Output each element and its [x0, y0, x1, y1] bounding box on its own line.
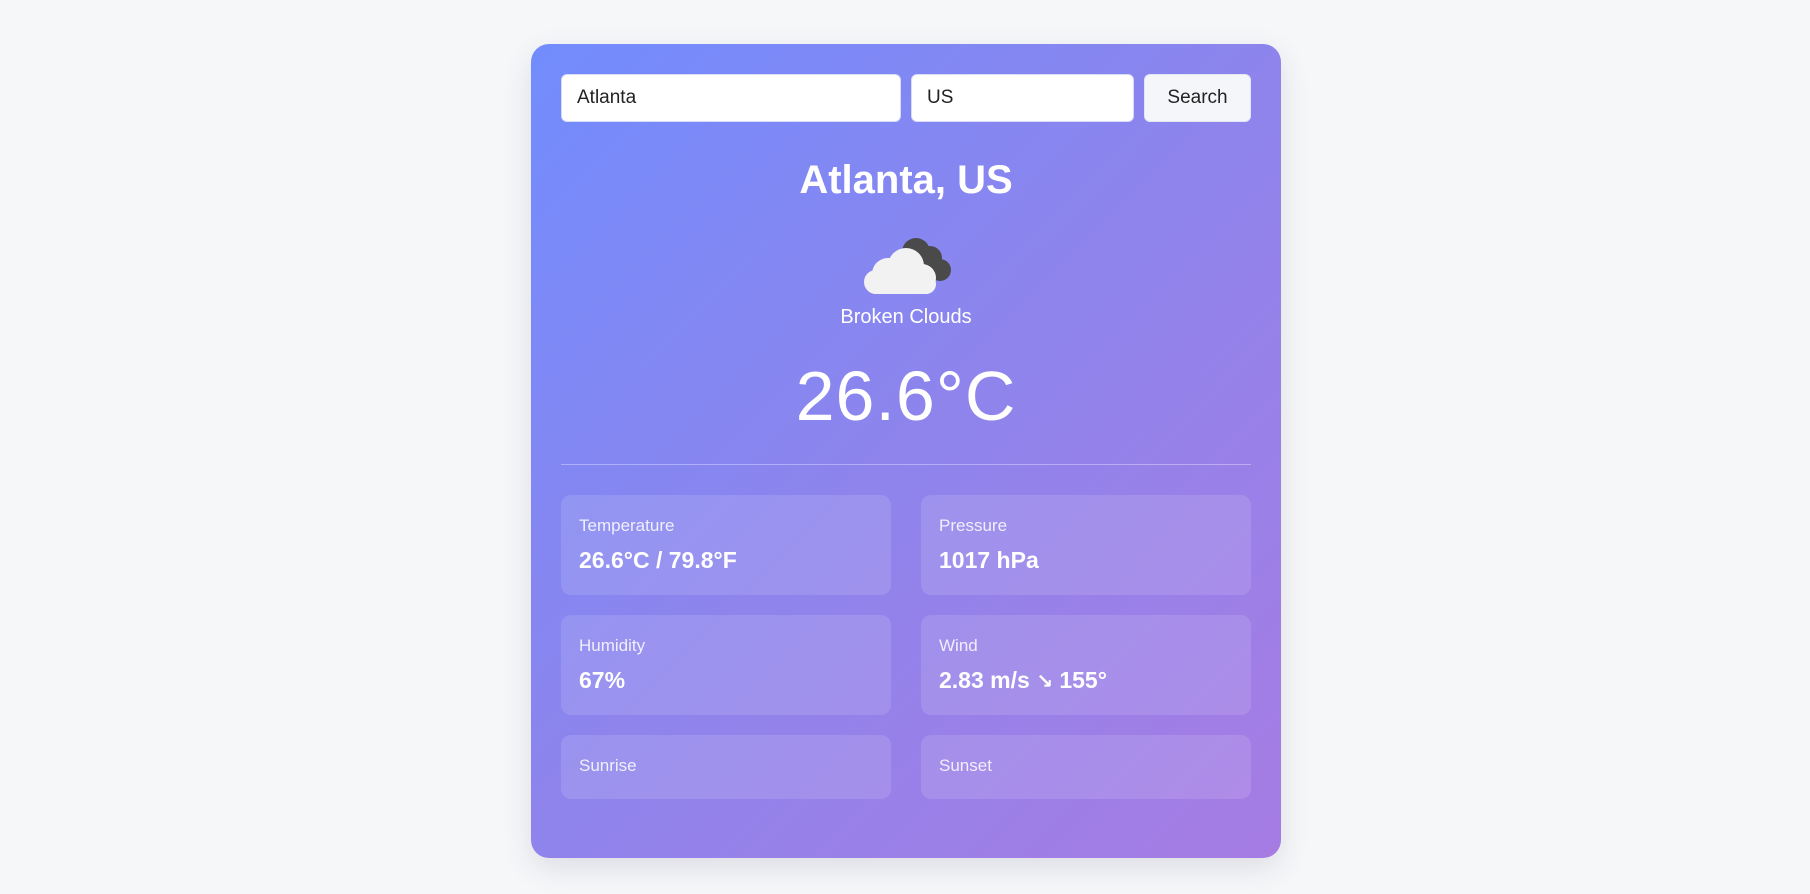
location-title: Atlanta, US: [799, 158, 1013, 202]
weather-description: Broken Clouds: [840, 306, 972, 328]
wind-stat: Wind 2.83 m/s ↘ 155°: [921, 615, 1251, 715]
wind-direction-arrow-icon: ↘: [1036, 671, 1053, 693]
stats-grid: Temperature 26.6°C / 79.8°F Pressure 101…: [561, 495, 1251, 799]
wind-speed: 2.83 m/s: [939, 667, 1030, 693]
wind-label: Wind: [939, 636, 978, 655]
weather-card: Search Atlanta, US Broken Clouds 26.6°C …: [531, 44, 1281, 858]
wind-value: 2.83 m/s ↘ 155°: [939, 665, 1233, 695]
wind-direction: 155°: [1059, 667, 1107, 693]
temperature-value: 26.6°C / 79.8°F: [579, 547, 737, 573]
pressure-label: Pressure: [939, 516, 1008, 535]
country-input[interactable]: [911, 74, 1134, 122]
divider: [561, 464, 1251, 465]
sunrise-stat: Sunrise: [561, 735, 891, 799]
humidity-stat: Humidity 67%: [561, 615, 891, 715]
humidity-label: Humidity: [579, 636, 646, 655]
temperature-label: Temperature: [579, 516, 675, 535]
sunset-label: Sunset: [939, 756, 992, 775]
current-temperature: 26.6°C: [795, 357, 1017, 435]
search-bar: Search: [561, 74, 1251, 122]
pressure-stat: Pressure 1017 hPa: [921, 495, 1251, 595]
pressure-value: 1017 hPa: [939, 547, 1039, 573]
broken-clouds-icon: [864, 238, 951, 294]
temperature-stat: Temperature 26.6°C / 79.8°F: [561, 495, 891, 595]
humidity-value: 67%: [579, 667, 626, 693]
sunrise-label: Sunrise: [579, 756, 637, 775]
city-input[interactable]: [561, 74, 901, 122]
sunset-stat: Sunset: [921, 735, 1251, 799]
search-button[interactable]: Search: [1144, 74, 1251, 122]
